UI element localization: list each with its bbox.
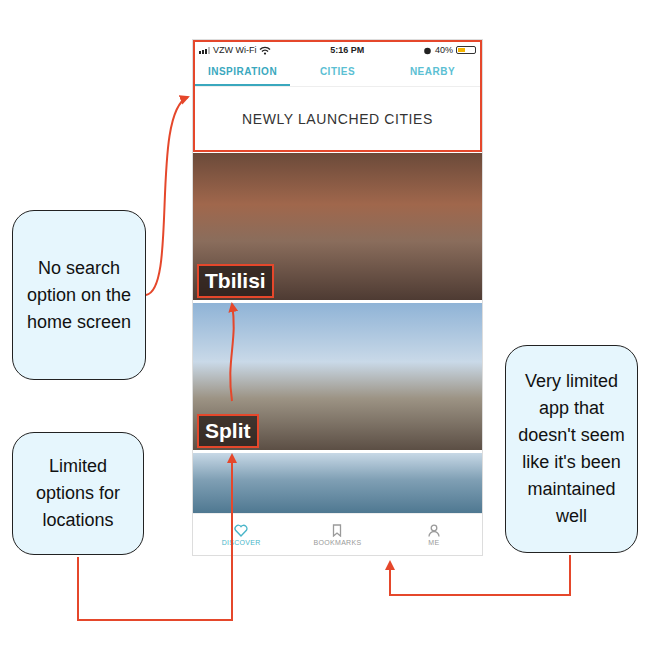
clock: 5:16 PM: [330, 45, 364, 55]
phone-screenshot: VZW Wi-Fi 5:16 PM 40% INSPIRATIONCITIESNEAR…: [193, 40, 482, 555]
battery-percent: 40%: [435, 45, 453, 55]
status-bar: VZW Wi-Fi 5:16 PM 40%: [195, 42, 480, 58]
city-card[interactable]: [193, 453, 482, 513]
tab-bar: INSPIRATIONCITIESNEARBY: [195, 58, 480, 87]
person-icon: [427, 524, 441, 537]
battery-icon: [456, 46, 476, 54]
arrows-overlay: [0, 0, 650, 662]
nav-item[interactable]: DISCOVER: [193, 514, 289, 555]
signal-icon: [199, 47, 210, 54]
city-label: Split: [197, 414, 259, 448]
annotation-bubble: Very limited app that doesn't seem like …: [505, 345, 638, 553]
wifi-icon: [259, 46, 271, 55]
annotated-screenshot: VZW Wi-Fi 5:16 PM 40% INSPIRATIONCITIESNEAR…: [0, 0, 650, 662]
header-highlight: VZW Wi-Fi 5:16 PM 40% INSPIRATIONCITIESNEAR…: [193, 40, 482, 152]
city-card[interactable]: Split: [193, 303, 482, 450]
tab[interactable]: INSPIRATION: [195, 58, 290, 86]
annotation-bubble: Limited options for locations: [12, 432, 144, 555]
section-title: NEWLY LAUNCHED CITIES: [195, 87, 480, 150]
arrow-app: [390, 555, 570, 595]
nav-item[interactable]: ME: [386, 514, 482, 555]
city-list: Tbilisi Split: [193, 152, 482, 513]
city-card[interactable]: Tbilisi: [193, 153, 482, 300]
heart-icon: [234, 524, 248, 537]
carrier: VZW Wi-Fi: [213, 45, 256, 55]
bottom-nav: DISCOVERBOOKMARKSME: [193, 513, 482, 555]
bookmark-icon: [330, 524, 344, 537]
tab[interactable]: NEARBY: [385, 58, 480, 86]
annotation-bubble: No search option on the home screen: [12, 210, 146, 380]
tab[interactable]: CITIES: [290, 58, 385, 86]
arrow-locations: [78, 455, 232, 620]
arrow-split-tbilisi: [230, 304, 233, 401]
alarm-icon: [423, 46, 432, 55]
arrow-search: [146, 97, 188, 295]
nav-item[interactable]: BOOKMARKS: [289, 514, 385, 555]
city-label: Tbilisi: [197, 264, 274, 298]
